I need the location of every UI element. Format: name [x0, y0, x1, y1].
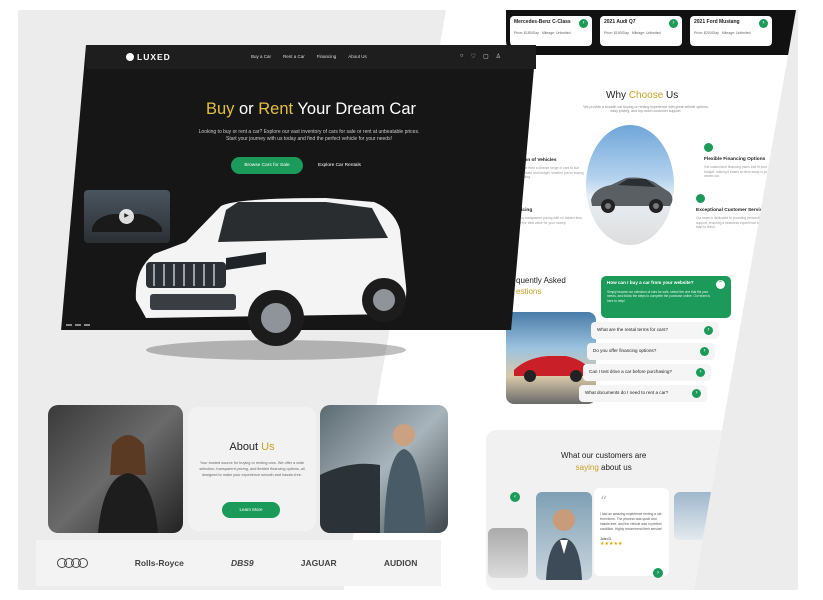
hero-title: Buy or Rent Your Dream Car [205, 100, 417, 118]
testimonials-section: What our customers are saying about us ‹… [486, 430, 786, 590]
chevron-down-icon[interactable]: › [692, 389, 701, 398]
car-card-meta: Price: $180/Day Mileage: Unlimited [514, 31, 588, 35]
car-card-price: Price: $190/Day [604, 31, 629, 35]
why-subtitle: We provide a smooth car buying or rentin… [583, 105, 709, 113]
nav-link-rent[interactable]: Rent a Car [283, 54, 305, 59]
car-card-meta: Price: $190/Day Mileage: Unlimited [604, 31, 678, 35]
car-card-name: Mercedes-Benz C-Class [514, 19, 571, 25]
man-at-car-photo [320, 405, 448, 533]
browse-cars-button[interactable]: Browse Cars for Sale [231, 157, 303, 174]
man-portrait-image [546, 509, 582, 580]
mockup-canvas: Mercedes-Benz C-Class Price: $180/Day Mi… [18, 10, 798, 590]
logo-icon [126, 53, 134, 61]
car-card-price: Price: $180/Day [514, 31, 539, 35]
faq-answer: Simply browse our selection of cars for … [607, 290, 710, 303]
chevron-up-icon[interactable]: ⌃ [716, 280, 725, 289]
financing-icon [704, 143, 713, 152]
about-description: Your trusted source for buying or rentin… [199, 461, 305, 477]
car-card-price: Price: $200/Day [694, 31, 719, 35]
about-card: About Us Your trusted source for buying … [188, 407, 316, 531]
car-card[interactable]: 2021 Audi Q7 Price: $190/Day Mileage: Un… [600, 16, 682, 46]
about-section: About Us Your trusted source for buying … [48, 405, 453, 535]
testimonials-title: What our customers are saying about us [561, 451, 647, 472]
car-card-name: 2021 Audi Q7 [604, 19, 636, 25]
white-suv-image [135, 198, 407, 360]
audion-logo: AUDION [383, 558, 418, 568]
why-choose-us-title: Why Choose Us [606, 90, 679, 101]
customer-photo-woman [674, 492, 734, 540]
arrow-right-icon[interactable]: › [669, 19, 678, 28]
faq-item-active[interactable]: How can I buy a car from your website? S… [601, 276, 731, 318]
woman-in-car-photo [48, 405, 183, 533]
feature-desc: Get customized financing plans that fit … [704, 165, 771, 179]
dbs9-logo: DBS9 [230, 558, 254, 568]
rolls-royce-logo: Rolls-Royce [134, 558, 184, 568]
heart-icon[interactable]: ♡ [471, 53, 476, 60]
why-car-photo [586, 125, 674, 245]
explore-rentals-link[interactable]: Explore Car Rentals [318, 157, 361, 174]
nav-link-about[interactable]: About Us [348, 54, 367, 59]
faq-question: How can I buy a car from your website? [607, 280, 694, 285]
faq-item[interactable]: Can I test drive a car before purchasing… [583, 364, 711, 381]
woman-in-car-image [98, 435, 158, 533]
gray-suv-image [591, 177, 673, 213]
user-icon[interactable]: ♙ [496, 53, 501, 60]
support-icon [696, 194, 705, 203]
feature-desc: Our team is dedicated to providing perso… [696, 216, 766, 230]
star-rating: ★★★★★ [600, 540, 623, 547]
learn-more-button[interactable]: Learn More [222, 502, 280, 518]
car-card-strip: Mercedes-Benz C-Class Price: $180/Day Mi… [506, 10, 796, 55]
jaguar-logo: JAGUAR [300, 558, 337, 568]
arrow-left-icon[interactable]: ‹ [510, 492, 520, 502]
chevron-down-icon[interactable]: › [700, 347, 709, 356]
chevron-down-icon[interactable]: › [696, 368, 705, 377]
testimonial-card: “ I had an amazing experience renting a … [594, 488, 669, 576]
search-icon[interactable]: ○ [460, 53, 464, 60]
nav-links: Buy a Car Rent a Car Financing About Us [251, 54, 367, 59]
car-card[interactable]: Mercedes-Benz C-Class Price: $180/Day Mi… [510, 16, 592, 46]
nav-link-buy[interactable]: Buy a Car [251, 54, 271, 59]
arrow-right-icon[interactable]: › [579, 19, 588, 28]
feature-title: Flexible Financing Options [704, 157, 766, 162]
nav-link-financing[interactable]: Financing [317, 54, 337, 59]
arrow-right-icon[interactable]: › [759, 19, 768, 28]
car-card-mileage: Mileage: Unlimited [721, 31, 751, 35]
quote-icon: “ [600, 494, 608, 510]
testimonial-text: I had an amazing experience renting a ca… [600, 512, 663, 531]
audi-logo [56, 558, 88, 568]
feature-title: Exceptional Customer Service [696, 208, 766, 213]
faq-item[interactable]: Do you offer financing options? › [587, 343, 715, 360]
car-card-meta: Price: $200/Day Mileage: Unlimited [694, 31, 768, 35]
top-navbar: LUXED Buy a Car Rent a Car Financing Abo… [86, 45, 536, 69]
customer-photo [488, 528, 528, 578]
chevron-down-icon[interactable]: › [704, 326, 713, 335]
brand-logo-strip: Rolls-Royce DBS9 JAGUAR AUDION [36, 540, 441, 586]
brand-logo[interactable]: LUXED [126, 52, 171, 62]
nav-icons: ○ ♡ ▢ ♙ [460, 53, 501, 60]
hero-description: Looking to buy or rent a car? Explore ou… [198, 129, 420, 143]
man-at-car-image [320, 424, 426, 533]
bag-icon[interactable]: ▢ [483, 53, 489, 60]
arrow-right-icon[interactable]: › [653, 568, 663, 578]
car-card-mileage: Mileage: Unlimited [631, 31, 661, 35]
customer-photo-man [536, 492, 592, 580]
faq-item[interactable]: What are the rental terms for cars? › [591, 322, 719, 339]
car-card[interactable]: 2021 Ford Mustang Price: $200/Day Mileag… [690, 16, 772, 46]
faq-item[interactable]: What documents do I need to rent a car? › [579, 385, 707, 402]
hero-slider-dots[interactable] [66, 324, 90, 326]
about-title: About Us [229, 441, 275, 453]
car-card-name: 2021 Ford Mustang [694, 19, 740, 25]
car-card-mileage: Mileage: Unlimited [541, 31, 571, 35]
